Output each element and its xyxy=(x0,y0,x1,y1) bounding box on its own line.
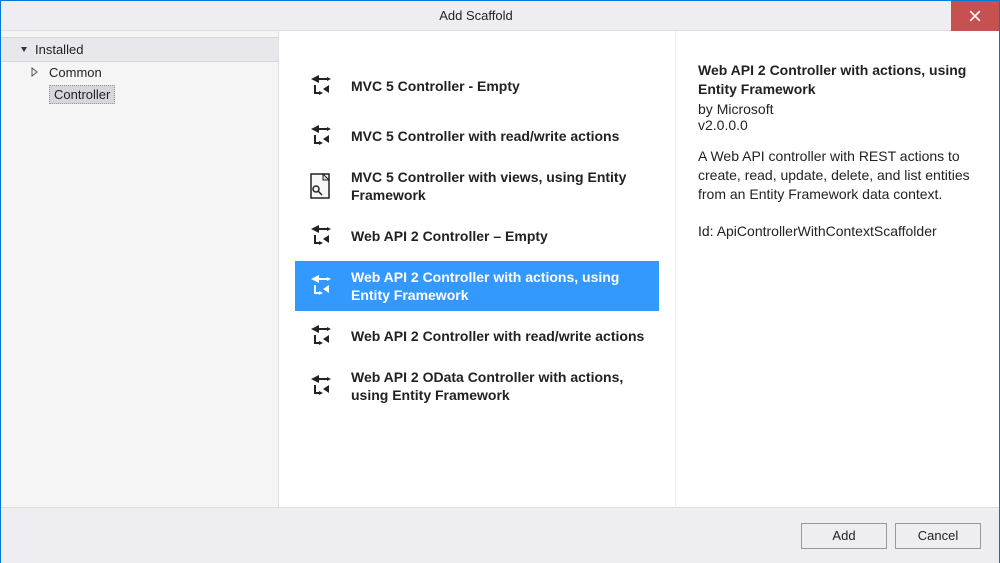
window-title: Add Scaffold xyxy=(1,8,951,23)
dialog-body: Installed Common Controller MVC 5 Contro… xyxy=(1,31,999,507)
expand-icon xyxy=(29,65,41,80)
scaffold-item[interactable]: Web API 2 OData Controller with actions,… xyxy=(295,361,659,411)
scaffold-item-label: MVC 5 Controller with views, using Entit… xyxy=(351,168,651,204)
collapse-icon xyxy=(19,42,29,57)
details-pane: Web API 2 Controller with actions, using… xyxy=(675,31,999,507)
controller-icon xyxy=(303,369,337,403)
tree-item-controller[interactable]: Controller xyxy=(1,83,278,106)
scaffold-item[interactable]: MVC 5 Controller with views, using Entit… xyxy=(295,161,659,211)
scaffold-item[interactable]: Web API 2 Controller – Empty xyxy=(295,211,659,261)
scaffold-item-label: MVC 5 Controller - Empty xyxy=(351,77,520,95)
scaffold-item[interactable]: Web API 2 Controller with read/write act… xyxy=(295,311,659,361)
scaffold-item[interactable]: MVC 5 Controller - Empty xyxy=(295,61,659,111)
scaffold-item-label: Web API 2 Controller with actions, using… xyxy=(351,268,651,304)
scaffold-item-label: MVC 5 Controller with read/write actions xyxy=(351,127,619,145)
details-title: Web API 2 Controller with actions, using… xyxy=(698,61,977,99)
add-button[interactable]: Add xyxy=(801,523,887,549)
tree-item-label: Common xyxy=(45,64,106,81)
tree-item-common[interactable]: Common xyxy=(1,62,278,83)
category-sidebar: Installed Common Controller xyxy=(1,31,279,507)
tree-root-label: Installed xyxy=(35,42,83,57)
controller-icon xyxy=(303,219,337,253)
tree-item-label: Controller xyxy=(49,85,115,104)
details-description: A Web API controller with REST actions t… xyxy=(698,147,977,204)
controller-icon xyxy=(303,319,337,353)
controller-icon xyxy=(303,119,337,153)
title-bar: Add Scaffold xyxy=(1,1,999,31)
details-id: Id: ApiControllerWithContextScaffolder xyxy=(698,223,977,239)
scaffold-item-label: Web API 2 Controller with read/write act… xyxy=(351,327,644,345)
scaffold-list-pane: MVC 5 Controller - Empty MVC 5 Controller… xyxy=(279,31,675,507)
details-author: by Microsoft xyxy=(698,101,977,117)
controller-icon xyxy=(303,169,337,203)
close-icon xyxy=(969,10,981,22)
scaffold-item-label: Web API 2 OData Controller with actions,… xyxy=(351,368,651,404)
scaffold-item[interactable]: Web API 2 Controller with actions, using… xyxy=(295,261,659,311)
tree-root-installed[interactable]: Installed xyxy=(1,37,278,62)
scaffold-item-label: Web API 2 Controller – Empty xyxy=(351,227,548,245)
close-button[interactable] xyxy=(951,1,999,31)
dialog-footer: Add Cancel xyxy=(1,507,999,563)
details-version: v2.0.0.0 xyxy=(698,117,977,133)
controller-icon xyxy=(303,269,337,303)
controller-icon xyxy=(303,69,337,103)
scaffold-item[interactable]: MVC 5 Controller with read/write actions xyxy=(295,111,659,161)
cancel-button[interactable]: Cancel xyxy=(895,523,981,549)
